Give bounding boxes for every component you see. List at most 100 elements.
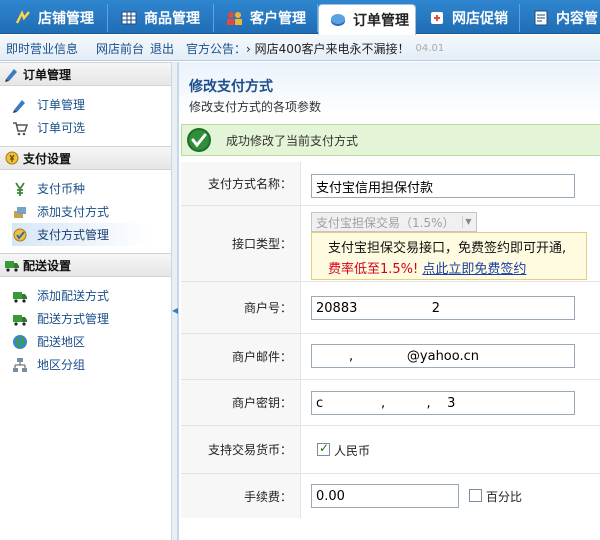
form-row-key: 商户密钥：: [181, 380, 600, 426]
tab-customers[interactable]: 客户管理: [216, 4, 318, 32]
tab-label: 商品管理: [144, 11, 200, 27]
form-row-currency: 支持交易货币： 人民币: [181, 426, 600, 474]
truck-icon: [13, 314, 27, 326]
currency-rmb-checkbox[interactable]: [317, 441, 330, 456]
field-label: 手续费：: [181, 474, 301, 518]
interface-type-select[interactable]: 支付宝担保交易（1.5%） ▼: [311, 212, 477, 232]
pencil-icon: [13, 99, 25, 113]
tip-text: 支付宝担保交易接口，免费签约即可开通,: [328, 241, 567, 256]
sidebar-group-title: 订单管理: [23, 67, 72, 82]
sidebar-item-label: 地区分组: [37, 358, 86, 372]
promo-icon: [431, 12, 443, 24]
sidebar-item-add-delivery[interactable]: 添加配送方式: [12, 284, 150, 307]
sidebar-group-title: 支付设置: [23, 151, 72, 166]
sidebar-item-label: 配送地区: [37, 335, 86, 349]
sign-up-link[interactable]: 点此立即免费签约: [422, 262, 526, 277]
tab-content[interactable]: 内容管: [522, 4, 600, 32]
tab-label: 客户管理: [250, 11, 306, 27]
announcement: 官方公告： › 网店400客户来电永不漏接！ 04.01: [186, 35, 444, 61]
coins-icon: [14, 206, 26, 218]
sidebar-group-orders[interactable]: 订单管理: [0, 62, 171, 86]
sidebar-group-title: 配送设置: [23, 258, 72, 273]
success-banner: 成功修改了当前支付方式: [181, 124, 600, 156]
sidebar-group-payment[interactable]: 支付设置: [0, 146, 171, 170]
percent-label: 百分比: [486, 490, 523, 504]
payment-name-input[interactable]: [311, 174, 575, 198]
announcement-label: 官方公告：: [186, 41, 247, 56]
tab-label: 店铺管理: [38, 11, 94, 27]
sub-toolbar: 即时营业信息 网店前台 退出 官方公告： › 网店400客户来电永不漏接！ 04…: [0, 35, 600, 61]
tab-products[interactable]: 商品管理: [110, 4, 214, 32]
currency-option-label: 人民币: [334, 444, 371, 458]
tip-rate: 费率低至1.5%!: [328, 262, 419, 277]
content-icon: [534, 10, 548, 26]
interface-type-value: 支付宝担保交易（1.5%）: [316, 215, 455, 230]
sidebar-item-label: 支付方式管理: [37, 228, 110, 242]
field-label: 接口类型：: [181, 206, 301, 281]
tab-label: 网店促销: [452, 11, 508, 27]
field-label: 商户密钥：: [181, 380, 301, 425]
sidebar-item-label: 添加配送方式: [37, 289, 110, 303]
field-label: 商户邮件：: [181, 334, 301, 379]
field-label: 支付方式名称：: [181, 162, 301, 205]
field-label: 支持交易货币：: [181, 426, 301, 473]
sidebar: 订单管理 订单管理 订单可选 支付设置 支付币种 添加支付方式 支付方式管理 配…: [0, 62, 172, 540]
pencil-icon: [5, 69, 17, 82]
form-row-interface: 接口类型： 支付宝担保交易（1.5%） ▼ 支付宝担保交易接口，免费签约即可开通…: [181, 206, 600, 282]
page-title: 修改支付方式: [189, 79, 273, 95]
main-content: 修改支付方式 修改支付方式的各项参数 成功修改了当前支付方式 支付方式名称： 接…: [178, 62, 600, 540]
sidebar-item-order-options[interactable]: 订单可选: [12, 116, 150, 139]
page-subtitle: 修改支付方式的各项参数: [189, 100, 322, 114]
field-label: 商户号：: [181, 282, 301, 333]
payment-form: 支付方式名称： 接口类型： 支付宝担保交易（1.5%） ▼ 支付宝担保交易接口，…: [181, 162, 600, 518]
merchant-id-input[interactable]: [311, 296, 575, 320]
check-circle-icon: [187, 128, 211, 152]
chevron-down-icon: ▼: [462, 216, 474, 228]
form-row-fee: 手续费： 百分比: [181, 474, 600, 518]
tab-label: 订单管理: [353, 13, 409, 29]
merchant-key-input[interactable]: [311, 391, 575, 415]
page-header: 修改支付方式 修改支付方式的各项参数: [179, 62, 600, 114]
sitemap-icon: [13, 357, 27, 372]
people-icon: [227, 12, 242, 25]
sidebar-item-delivery-manage[interactable]: 配送方式管理: [12, 307, 150, 330]
top-tab-bar: 店铺管理 商品管理 客户管理 订单管理 网店促销 内容管: [0, 0, 600, 35]
tab-store[interactable]: 店铺管理: [4, 4, 108, 32]
store-icon: [15, 10, 30, 24]
business-info-link[interactable]: 即时营业信息: [6, 40, 78, 57]
sidebar-item-add-payment[interactable]: 添加支付方式: [12, 200, 150, 223]
sidebar-item-delivery-area[interactable]: 配送地区: [12, 330, 150, 353]
quick-links: 即时营业信息 网店前台 退出: [0, 35, 178, 61]
storefront-link[interactable]: 网店前台: [96, 40, 144, 57]
sidebar-item-currency[interactable]: 支付币种: [12, 177, 150, 200]
globe-icon: [13, 334, 27, 349]
sidebar-item-label: 订单可选: [37, 121, 86, 135]
yen-icon: [15, 182, 25, 196]
percent-checkbox[interactable]: [469, 489, 482, 502]
money-icon: [5, 151, 19, 165]
tab-label: 内容管: [556, 11, 598, 27]
truck-icon: [5, 261, 19, 272]
sidebar-item-label: 配送方式管理: [37, 312, 110, 326]
money-icon: [13, 228, 27, 241]
merchant-email-input[interactable]: [311, 344, 575, 368]
announcement-text[interactable]: › 网店400客户来电永不漏接！: [246, 40, 410, 57]
announcement-date: 04.01: [415, 42, 445, 54]
tab-orders[interactable]: 订单管理: [318, 4, 416, 35]
sidebar-item-payment-manage[interactable]: 支付方式管理: [12, 223, 150, 246]
sidebar-item-area-group[interactable]: 地区分组: [12, 353, 150, 376]
order-icon: [331, 14, 345, 26]
interface-tip: 支付宝担保交易接口，免费签约即可开通, 费率低至1.5%! 点此立即免费签约: [311, 232, 587, 280]
fee-input[interactable]: [311, 484, 459, 508]
sidebar-item-label: 订单管理: [37, 98, 86, 112]
sidebar-group-delivery[interactable]: 配送设置: [0, 253, 171, 277]
form-row-merchant: 商户号：: [181, 282, 600, 334]
truck-icon: [13, 291, 27, 303]
sidebar-item-label: 添加支付方式: [37, 205, 110, 219]
sidebar-item-order-manage[interactable]: 订单管理: [12, 93, 150, 116]
form-row-name: 支付方式名称：: [181, 162, 600, 206]
logout-link[interactable]: 退出: [150, 40, 174, 57]
sidebar-item-label: 支付币种: [37, 182, 86, 196]
tab-promotions[interactable]: 网店促销: [418, 4, 520, 32]
success-message: 成功修改了当前支付方式: [226, 133, 359, 148]
